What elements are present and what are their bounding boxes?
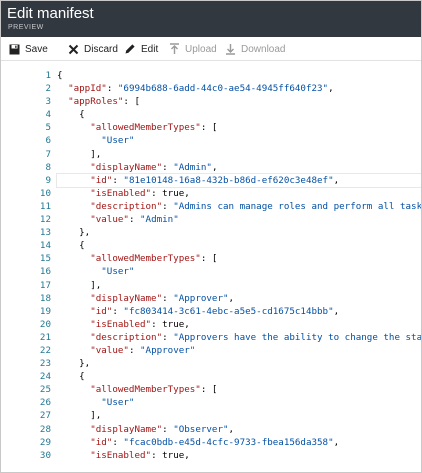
line-number: 12 <box>39 214 51 226</box>
code-line[interactable]: "appId": "6994b688-6add-44c0-ae54-4945ff… <box>57 82 421 95</box>
code-line[interactable]: "displayName": "Admin", <box>57 161 421 174</box>
line-number: 29 <box>39 436 51 448</box>
line-number: 4 <box>45 109 51 121</box>
line-number: 16 <box>39 266 51 278</box>
discard-label: Discard <box>84 43 118 55</box>
line-number: 1 <box>45 70 51 81</box>
code-line[interactable]: "id": "81e10148-16a8-432b-b86d-ef620c3e4… <box>56 172 421 188</box>
line-number: 18 <box>39 292 51 304</box>
line-number: 3 <box>45 96 51 108</box>
code-line[interactable]: "id": "fcac0bdb-e45d-4cfc-9733-fbea156da… <box>57 436 421 449</box>
discard-button[interactable]: Discard <box>68 37 118 61</box>
line-number: 22 <box>39 344 51 356</box>
code-line[interactable]: "isEnabled": true, <box>57 187 421 200</box>
code-line[interactable]: "User" <box>57 396 421 409</box>
line-number-gutter: 1 2 3 4 5 6 7 8 9 10 11 12 13 14 15 16 17 18 19 20 21 22 23 24 2… <box>1 69 51 462</box>
code-line[interactable]: "description": "Admins can manage roles … <box>57 200 421 213</box>
code-area[interactable]: { "appId": "6994b688-6add-44c0-ae54-4945… <box>56 69 421 462</box>
line-number: 28 <box>39 423 51 435</box>
line-number: 13 <box>39 227 51 239</box>
line-number: 7 <box>45 148 51 160</box>
code-line[interactable]: "allowedMemberTypes": [ <box>57 252 421 265</box>
code-line[interactable]: { <box>57 239 421 252</box>
code-line[interactable]: "displayName": "Approver", <box>57 292 421 305</box>
save-icon <box>9 44 20 55</box>
code-line[interactable]: "allowedMemberTypes": [ <box>57 121 421 134</box>
code-line[interactable]: "displayName": "Observer", <box>57 423 421 436</box>
line-number: 2 <box>45 83 51 95</box>
code-line[interactable]: "description": "Approvers have the abili… <box>57 331 421 344</box>
line-number: 24 <box>39 371 51 383</box>
line-number: 21 <box>39 331 51 343</box>
line-number: 25 <box>39 384 51 396</box>
line-number: 14 <box>39 240 51 252</box>
save-button[interactable]: Save <box>9 37 48 61</box>
line-number: 6 <box>45 135 51 147</box>
code-line[interactable]: { <box>57 370 421 383</box>
close-icon <box>68 44 79 55</box>
line-number: 10 <box>39 187 51 199</box>
code-line[interactable]: ], <box>57 148 421 161</box>
edit-manifest-blade: Edit manifest PREVIEW Save Discard Edit <box>0 0 422 473</box>
upload-button[interactable]: Upload <box>169 37 217 61</box>
manifest-json-editor[interactable]: 1 2 3 4 5 6 7 8 9 10 11 12 13 14 15 16 17 18 19 20 21 22 23 24 2… <box>1 62 421 472</box>
code-line[interactable]: "User" <box>57 265 421 278</box>
code-line[interactable]: "User" <box>57 134 421 147</box>
save-label: Save <box>25 43 48 55</box>
line-number: 8 <box>45 161 51 173</box>
code-line[interactable]: { <box>57 108 421 121</box>
preview-label: PREVIEW <box>8 24 44 31</box>
pencil-icon <box>124 43 136 55</box>
download-label: Download <box>241 43 286 55</box>
page-title: Edit manifest <box>7 5 94 22</box>
upload-label: Upload <box>185 43 217 55</box>
code-line[interactable]: "id": "fc803414-3c61-4ebc-a5e5-cd1675c14… <box>57 305 421 318</box>
code-line[interactable]: "allowedMemberTypes": [ <box>57 383 421 396</box>
line-number: 15 <box>39 253 51 265</box>
command-bar: Save Discard Edit Upload Download <box>1 37 421 61</box>
code-line[interactable]: "appRoles": [ <box>57 95 421 108</box>
code-line[interactable]: }, <box>57 226 421 239</box>
blade-header: Edit manifest PREVIEW <box>1 1 421 37</box>
line-number: 26 <box>39 397 51 409</box>
edit-button[interactable]: Edit <box>124 37 158 61</box>
download-button[interactable]: Download <box>225 37 285 61</box>
line-number: 27 <box>39 410 51 422</box>
code-line[interactable]: "value": "Approver" <box>57 344 421 357</box>
line-number: 30 <box>39 449 51 461</box>
line-number: 9 <box>45 174 51 186</box>
line-number: 17 <box>39 279 51 291</box>
line-number: 11 <box>39 200 51 212</box>
line-number: 5 <box>45 122 51 134</box>
code-line[interactable]: "value": "Admin" <box>57 213 421 226</box>
edit-label: Edit <box>141 43 159 55</box>
code-line[interactable]: "isEnabled": true, <box>57 318 421 331</box>
code-line[interactable]: { <box>57 69 421 82</box>
upload-icon <box>169 43 180 55</box>
code-line[interactable]: }, <box>57 357 421 370</box>
code-line[interactable]: ], <box>57 409 421 422</box>
line-number: 19 <box>39 305 51 317</box>
download-icon <box>225 43 236 55</box>
code-line[interactable]: "isEnabled": true, <box>57 449 421 462</box>
line-number: 20 <box>39 318 51 330</box>
line-number: 23 <box>39 358 51 370</box>
code-line[interactable]: ], <box>57 279 421 292</box>
